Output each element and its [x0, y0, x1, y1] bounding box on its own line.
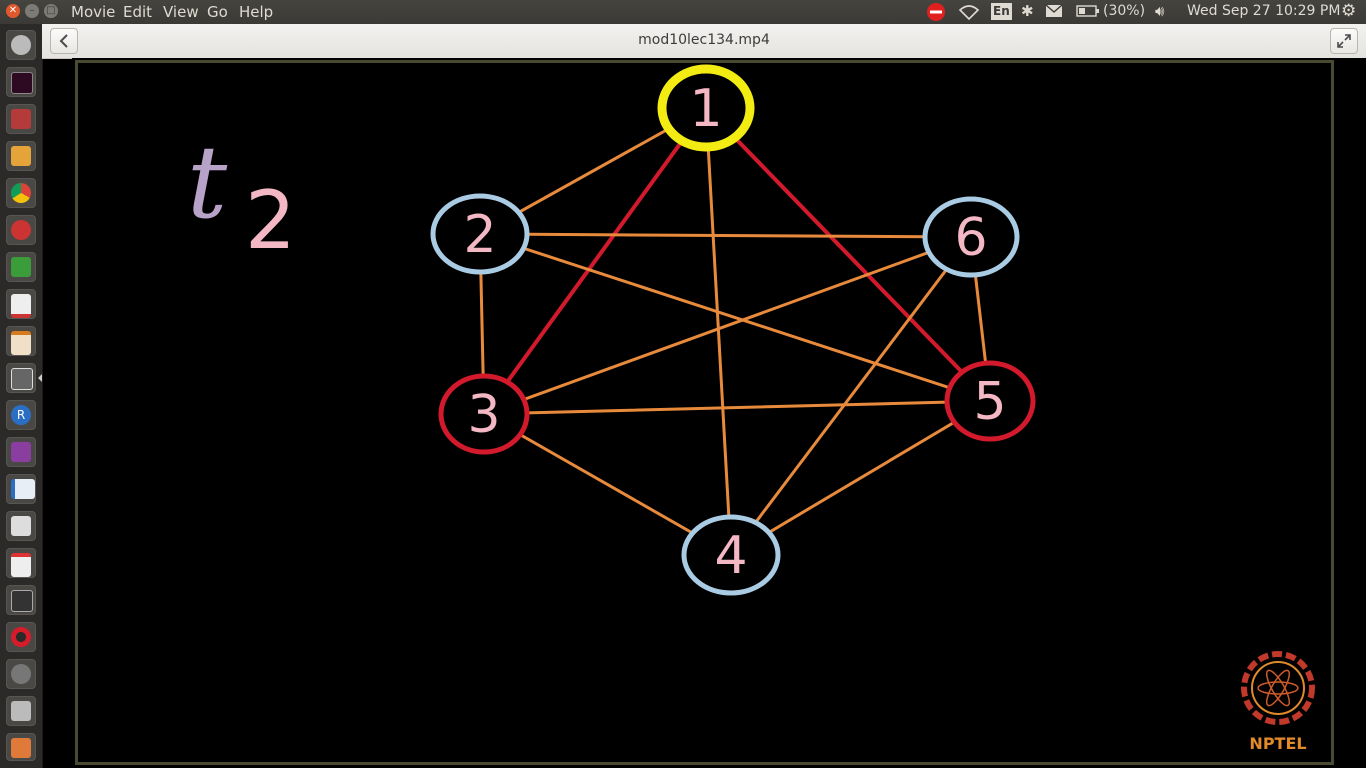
wifi-icon[interactable] [958, 3, 980, 25]
minimize-window-icon[interactable]: – [25, 4, 39, 18]
writer-icon[interactable] [6, 474, 36, 504]
image-icon[interactable] [6, 733, 36, 761]
graph-node-2: 2 [430, 193, 530, 275]
graph-edge-3-6 [482, 235, 973, 416]
document-viewer-icon[interactable] [6, 289, 36, 319]
nptel-logo-text: NPTEL [1249, 734, 1307, 753]
graph-edge-4-6 [729, 235, 973, 557]
keyboard-layout-indicator[interactable]: En [991, 3, 1012, 20]
files-icon[interactable] [6, 104, 36, 134]
volume-icon[interactable]: 🔊︎ [1155, 2, 1164, 20]
window-title: mod10lec134.mp4 [638, 32, 770, 48]
text-editor-icon[interactable] [6, 511, 36, 541]
mail-icon[interactable] [1045, 3, 1063, 23]
close-window-icon[interactable]: ✕ [6, 4, 20, 18]
battery-percent: (30%) [1103, 3, 1146, 19]
gimp-icon[interactable] [6, 659, 36, 689]
graph-node-label-5: 5 [973, 372, 1006, 432]
video-area[interactable]: t 2 123456 NPTEL [72, 58, 1366, 768]
graph-node-label-1: 1 [689, 79, 722, 139]
r-icon[interactable]: R [6, 400, 36, 430]
clock[interactable]: Wed Sep 27 10:29 PM [1187, 3, 1340, 19]
graph-edge-2-6 [478, 232, 973, 239]
chrome-icon[interactable] [6, 178, 36, 208]
graph-node-5: 5 [944, 360, 1036, 442]
launcher-arrow-icon [38, 374, 42, 382]
nptel-logo: NPTEL [1238, 648, 1318, 758]
sublime-icon[interactable] [6, 141, 36, 171]
graph-diagram: 1 2 3 4 5 6 [430, 64, 1036, 596]
dash-icon[interactable] [6, 30, 36, 60]
presentation-icon[interactable] [6, 326, 36, 356]
graph-edge-1-3 [482, 106, 708, 416]
graph-node-4: 4 [681, 514, 781, 596]
maximize-window-icon[interactable]: □ [44, 4, 58, 18]
spreadsheet-icon[interactable] [6, 252, 36, 282]
scanner-icon[interactable] [6, 696, 36, 726]
graph-node-label-3: 3 [467, 385, 500, 445]
video-player-icon[interactable] [6, 363, 36, 393]
graph-node-label-4: 4 [714, 526, 747, 586]
notification-blocked-icon[interactable] [926, 2, 946, 26]
expand-icon [1337, 34, 1351, 48]
terminal-icon[interactable] [6, 67, 36, 97]
graph-node-label-2: 2 [463, 205, 496, 265]
fullscreen-button[interactable] [1330, 28, 1358, 54]
bluetooth-icon[interactable]: ✱ [1021, 2, 1034, 20]
graph-node-3: 3 [438, 373, 530, 455]
media-icon[interactable] [6, 437, 36, 467]
settings-icon[interactable] [6, 215, 36, 245]
menu-movie[interactable]: Movie [71, 3, 115, 21]
opera-icon[interactable] [6, 622, 36, 652]
gmail-icon[interactable] [6, 548, 36, 578]
graph-node-label-6: 6 [954, 208, 987, 268]
graph-edge-3-5 [482, 399, 992, 416]
menu-go[interactable]: Go [207, 3, 228, 21]
menu-view[interactable]: View [163, 3, 199, 21]
graph-node-6: 6 [922, 196, 1020, 278]
menu-edit[interactable]: Edit [123, 3, 152, 21]
battery-icon[interactable] [1076, 4, 1100, 22]
launcher-sidebar: R [0, 24, 43, 768]
menu-help[interactable]: Help [239, 3, 273, 21]
graph-node-1: 1 [657, 64, 755, 152]
system-gear-icon[interactable]: ⚙ [1341, 1, 1356, 21]
window-header-bar: mod10lec134.mp4 [42, 24, 1366, 59]
nptel-emblem-icon [1241, 651, 1315, 725]
top-menu-bar: ✕ – □ Movie Edit View Go Help En ✱ (30%)… [0, 0, 1366, 24]
ipython-icon[interactable] [6, 585, 36, 615]
